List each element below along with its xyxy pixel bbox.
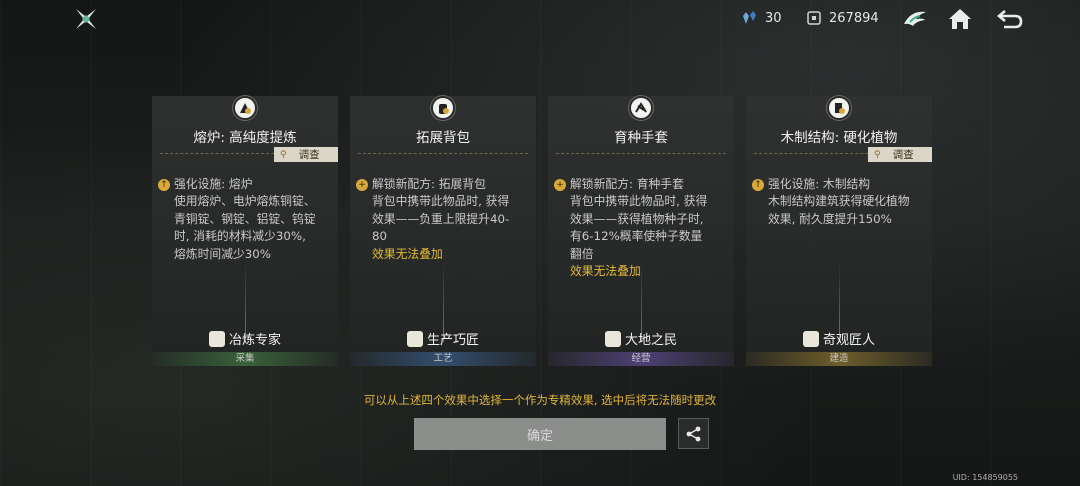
card-footer-title: 冶炼专家 bbox=[152, 329, 338, 348]
warning-text: 效果无法叠加 bbox=[570, 264, 641, 279]
desc-head: 强化设施: 木制结构 bbox=[768, 177, 871, 191]
desc-head: 解锁新配方: 育种手套 bbox=[570, 177, 684, 191]
puzzle-currency-icon bbox=[807, 11, 821, 25]
card-footer-title: 生产巧匠 bbox=[350, 329, 536, 348]
category-label: 工艺 bbox=[350, 352, 536, 366]
desc-line: 翻倍 bbox=[570, 246, 594, 261]
game-logo-icon[interactable] bbox=[74, 7, 98, 31]
confirm-button[interactable]: 确定 bbox=[414, 418, 666, 450]
user-id: UID: 154859055 bbox=[952, 473, 1018, 482]
desc-head: 解锁新配方: 拓展背包 bbox=[372, 177, 486, 191]
card-footer-title: 大地之民 bbox=[548, 329, 734, 348]
back-arrow-icon[interactable] bbox=[996, 6, 1024, 32]
divider bbox=[556, 153, 726, 154]
card-description: + 解锁新配方: 育种手套 背包中携带此物品时, 获得 效果——获得植物种子时, … bbox=[554, 176, 726, 280]
crystal-resource[interactable]: 30 bbox=[742, 10, 782, 26]
currency-resource[interactable]: 267894 bbox=[806, 10, 879, 26]
inspect-button[interactable]: ⚲ 调查 bbox=[868, 147, 932, 162]
category-label: 采集 bbox=[152, 352, 338, 366]
card-title: 育种手套 bbox=[614, 130, 668, 146]
share-icon bbox=[686, 426, 700, 441]
share-button[interactable] bbox=[678, 418, 709, 449]
card-title: 木制结构: 硬化植物 bbox=[780, 130, 898, 146]
desc-line: 效果, 耐久度提升150% bbox=[768, 211, 892, 226]
category-label: 经营 bbox=[548, 352, 734, 366]
card-title: 熔炉: 高纯度提炼 bbox=[193, 130, 297, 146]
desc-line: 背包中携带此物品时, 获得 bbox=[372, 194, 510, 209]
smelting-emblem-icon bbox=[233, 96, 257, 120]
warning-text: 效果无法叠加 bbox=[372, 246, 443, 261]
desc-line: 时, 消耗的材料减少30%, bbox=[174, 229, 306, 244]
desc-line: 有6-12%概率使种子数量 bbox=[570, 229, 703, 244]
specialization-card-wood[interactable]: 木制结构: 硬化植物 ⚲ 调查 ↑ 强化设施: 木制结构 木制结构建筑获得硬化植物… bbox=[746, 96, 932, 366]
card-description: ↑ 强化设施: 木制结构 木制结构建筑获得硬化植物 效果, 耐久度提升150% bbox=[752, 176, 924, 228]
desc-line: 80 bbox=[372, 229, 388, 244]
currency-count: 267894 bbox=[829, 10, 879, 26]
search-icon: ⚲ bbox=[280, 149, 287, 160]
home-icon[interactable] bbox=[946, 6, 974, 32]
specialization-card-glove[interactable]: 育种手套 + 解锁新配方: 育种手套 背包中携带此物品时, 获得 效果——获得植物… bbox=[548, 96, 734, 366]
smelter-badge-icon bbox=[208, 330, 225, 347]
wood-structure-emblem-icon bbox=[827, 96, 851, 120]
desc-line: 熔炼时间减少30% bbox=[174, 246, 272, 261]
search-icon: ⚲ bbox=[874, 149, 881, 160]
crystal-icon bbox=[743, 11, 756, 24]
specialization-card-backpack[interactable]: 拓展背包 + 解锁新配方: 拓展背包 背包中携带此物品时, 获得 效果——负重上限… bbox=[350, 96, 536, 366]
footer-title-text: 生产巧匠 bbox=[426, 333, 479, 348]
wonder-badge-icon bbox=[802, 330, 819, 347]
desc-line: 使用熔炉、电炉熔炼铜锭、 bbox=[174, 194, 316, 209]
divider bbox=[358, 153, 528, 154]
inspect-label: 调查 bbox=[892, 149, 914, 161]
desc-line: 青铜锭、钢锭、铝锭、钨锭 bbox=[174, 211, 316, 226]
wing-emblem-icon[interactable] bbox=[901, 6, 929, 32]
desc-line: 背包中携带此物品时, 获得 bbox=[570, 194, 708, 209]
category-label: 建造 bbox=[746, 352, 932, 366]
desc-line: 效果——获得植物种子时, bbox=[570, 211, 704, 226]
footer-title-text: 奇观匠人 bbox=[822, 333, 875, 348]
footer-title-text: 冶炼专家 bbox=[228, 333, 281, 348]
desc-head: 强化设施: 熔炉 bbox=[174, 177, 253, 191]
footer-title-text: 大地之民 bbox=[624, 333, 677, 348]
craftsman-badge-icon bbox=[406, 330, 423, 347]
card-footer-title: 奇观匠人 bbox=[746, 329, 932, 348]
earth-badge-icon bbox=[604, 330, 621, 347]
specialization-card-smelting[interactable]: 熔炉: 高纯度提炼 ⚲ 调查 ↑ 强化设施: 熔炉 使用熔炉、电炉熔炼铜锭、 青铜… bbox=[152, 96, 338, 366]
crystal-count: 30 bbox=[765, 10, 782, 26]
backpack-emblem-icon bbox=[431, 96, 455, 120]
card-title: 拓展背包 bbox=[416, 130, 470, 146]
unlock-icon: + bbox=[356, 179, 368, 191]
upgrade-icon: ↑ bbox=[158, 179, 170, 191]
selection-hint: 可以从上述四个效果中选择一个作为专精效果, 选中后将无法随时更改 bbox=[363, 393, 717, 407]
desc-line: 效果——负重上限提升40- bbox=[372, 211, 510, 226]
inspect-button[interactable]: ⚲ 调查 bbox=[274, 147, 338, 162]
unlock-icon: + bbox=[554, 179, 566, 191]
card-description: + 解锁新配方: 拓展背包 背包中携带此物品时, 获得 效果——负重上限提升40-… bbox=[356, 176, 528, 263]
top-bar: 30 267894 bbox=[0, 0, 1080, 40]
inspect-label: 调查 bbox=[298, 149, 320, 161]
card-description: ↑ 强化设施: 熔炉 使用熔炉、电炉熔炼铜锭、 青铜锭、钢锭、铝锭、钨锭 时, 消… bbox=[158, 176, 330, 263]
glove-emblem-icon bbox=[629, 96, 653, 120]
desc-line: 木制结构建筑获得硬化植物 bbox=[768, 194, 910, 209]
upgrade-icon: ↑ bbox=[752, 179, 764, 191]
